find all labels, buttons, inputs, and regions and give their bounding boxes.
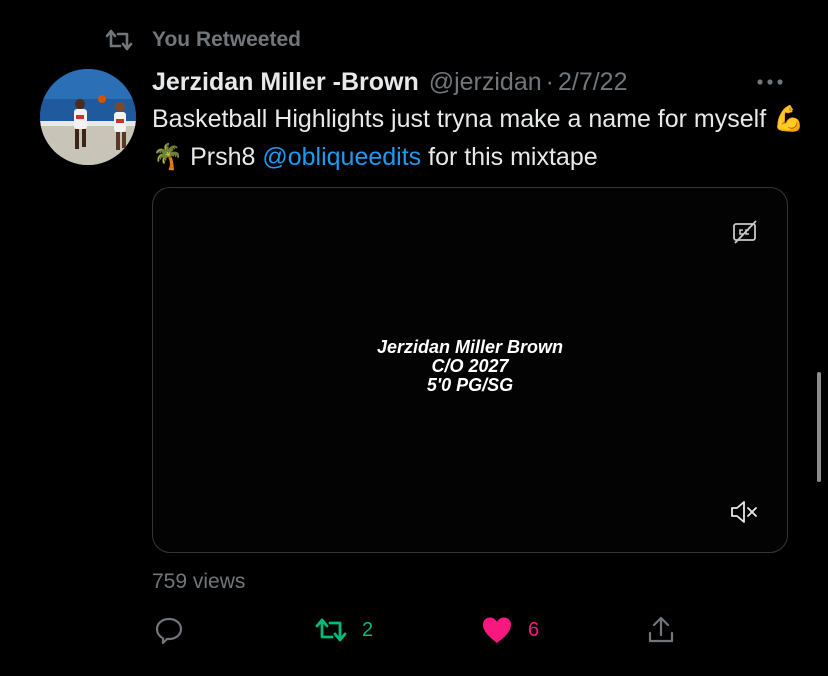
retweet-button[interactable]: 2 — [314, 614, 373, 646]
mention-link[interactable]: @obliqueedits — [262, 143, 421, 171]
tweet-text: Basketball Highlights just tryna make a … — [152, 100, 812, 176]
reply-icon — [152, 614, 186, 646]
view-count: 759 views — [152, 570, 246, 593]
separator-dot: · — [545, 67, 554, 96]
retweet-context: You Retweeted — [104, 26, 301, 54]
like-button[interactable]: 6 — [480, 614, 539, 646]
share-icon — [644, 614, 678, 646]
retweet-context-label: You Retweeted — [152, 28, 301, 51]
tweet-text-part2: Prsh8 — [183, 143, 263, 171]
captions-icon[interactable] — [731, 218, 759, 246]
video-overlay-line-3: 5'0 PG/SG — [426, 375, 514, 395]
mute-icon[interactable] — [729, 498, 759, 526]
scrollbar[interactable] — [817, 372, 821, 482]
tweet-date[interactable]: 2/7/22 — [558, 68, 628, 97]
avatar[interactable] — [40, 69, 136, 165]
retweet-icon — [104, 26, 136, 54]
retweet-action-icon — [314, 614, 348, 646]
more-icon — [757, 79, 783, 85]
video-player[interactable]: Jerzidan Miller Brown C/O 2027 5'0 PG/SG — [152, 187, 788, 553]
tweet-header: Jerzidan Miller -Brown @jerzidan · 2/7/2… — [152, 64, 628, 100]
heart-icon — [480, 614, 514, 646]
tweet-text-part1: Basketball Highlights just tryna make a … — [152, 105, 774, 133]
author-handle[interactable]: @jerzidan — [429, 68, 542, 97]
share-button[interactable] — [644, 614, 678, 646]
retweet-count: 2 — [362, 618, 374, 641]
more-options-button[interactable] — [752, 70, 788, 94]
tweet-text-part3: for this mixtape — [421, 143, 598, 171]
reply-button[interactable] — [152, 614, 186, 646]
video-overlay-text: Jerzidan Miller Brown C/O 2027 5'0 PG/SG — [153, 338, 787, 395]
video-overlay-line-1: Jerzidan Miller Brown — [376, 337, 564, 357]
like-count: 6 — [528, 618, 540, 641]
author-display-name[interactable]: Jerzidan Miller -Brown — [152, 68, 419, 97]
video-overlay-line-2: C/O 2027 — [431, 356, 509, 376]
